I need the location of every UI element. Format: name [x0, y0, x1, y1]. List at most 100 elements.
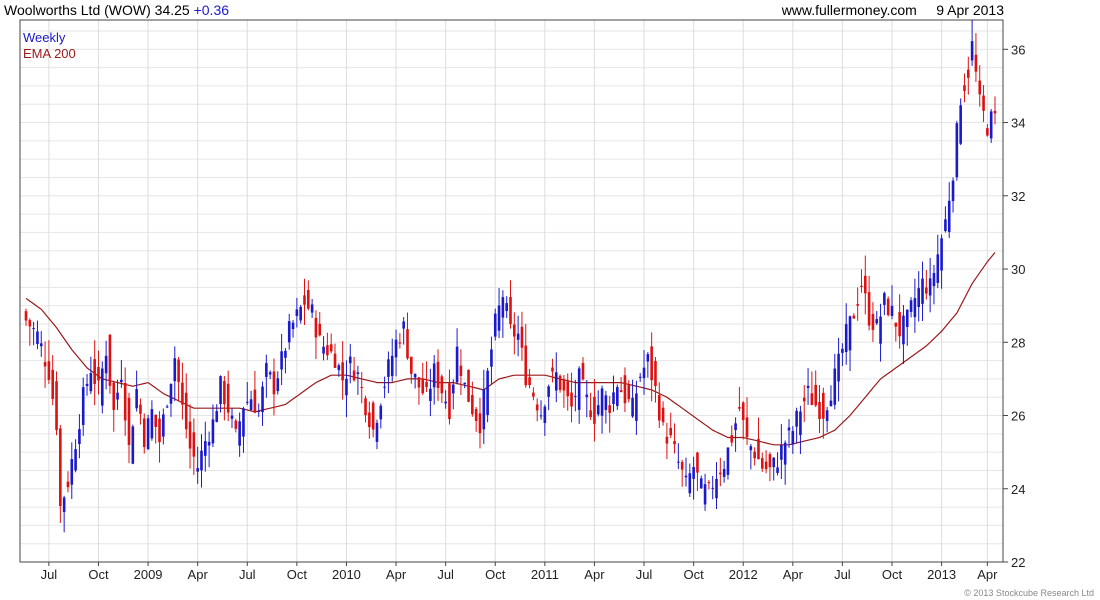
candle-body: [39, 343, 43, 347]
candle-body: [234, 420, 238, 429]
candle-body: [318, 323, 322, 336]
candle-body: [585, 394, 589, 398]
x-tick-label: 2009: [134, 567, 163, 582]
candle-body: [131, 426, 135, 464]
candle-body: [150, 409, 154, 439]
candle-body: [799, 411, 802, 436]
candle-body: [120, 379, 123, 383]
candle-body: [368, 412, 371, 428]
candle-body: [154, 414, 158, 427]
candle-body: [402, 321, 405, 329]
candle-body: [142, 418, 146, 448]
candle-body: [406, 329, 409, 359]
candle-body: [898, 312, 901, 337]
candle-body: [642, 367, 646, 379]
candle-body: [291, 322, 295, 330]
candle-body: [329, 344, 333, 352]
candle-body: [966, 69, 970, 78]
candle-body: [66, 481, 70, 488]
candle-body: [257, 411, 261, 413]
candle-body: [760, 458, 764, 469]
candle-body: [631, 397, 634, 417]
x-tick-label: Apr: [386, 567, 407, 582]
candle-body: [894, 322, 898, 327]
candle-body: [230, 415, 234, 419]
candle-body: [261, 386, 264, 413]
x-tick-label: 2010: [332, 567, 361, 582]
x-tick-label: Jul: [239, 567, 256, 582]
candle-body: [32, 328, 35, 330]
candle-body: [776, 467, 779, 473]
candle-body: [734, 423, 737, 431]
candle-body: [387, 359, 390, 377]
candle-body: [444, 401, 447, 404]
candle-body: [574, 395, 577, 397]
candle-body: [341, 362, 344, 381]
candle-body: [638, 376, 642, 378]
candle-body: [28, 320, 32, 327]
x-tick-label: Jul: [636, 567, 653, 582]
candle-body: [539, 415, 543, 417]
candle-body: [558, 375, 562, 390]
candle-body: [62, 497, 66, 513]
candle-body: [730, 435, 734, 443]
candle-body: [688, 473, 692, 494]
candle-body: [974, 54, 978, 72]
candle-body: [547, 386, 550, 397]
candle-body: [451, 384, 455, 394]
candle-body: [78, 429, 81, 445]
copyright-note: © 2013 Stockcube Research Ltd: [964, 588, 1094, 598]
candle-body: [253, 389, 257, 413]
candle-body: [863, 275, 867, 294]
candle-body: [650, 346, 653, 381]
candle-body: [947, 200, 951, 232]
candle-body: [299, 306, 302, 321]
candle-body: [272, 371, 276, 395]
x-tick-label: Jul: [834, 567, 851, 582]
candle-body: [135, 389, 138, 409]
candle-body: [146, 418, 150, 450]
candle-body: [890, 305, 894, 316]
candle-body: [600, 388, 604, 416]
candle-body: [455, 346, 459, 383]
y-axis: 22 24 26 28 30 32 34 36: [1003, 42, 1025, 570]
candle-body: [825, 410, 829, 422]
candle-body: [768, 454, 772, 468]
candle-body: [711, 487, 714, 489]
candle-body: [490, 349, 493, 367]
candle-body: [493, 313, 497, 337]
candle-body: [745, 417, 749, 438]
candle-body: [184, 392, 188, 430]
candle-body: [501, 297, 505, 318]
candle-body: [829, 400, 833, 407]
legend-item: Weekly: [23, 30, 66, 45]
candle-body: [581, 362, 585, 380]
candle-body: [127, 397, 131, 445]
candle-body: [51, 369, 55, 399]
candle-body: [833, 368, 837, 405]
candle-body: [81, 387, 85, 425]
y-tick-label: 36: [1011, 42, 1025, 57]
candle-body: [219, 376, 222, 405]
candle-body: [726, 447, 730, 475]
candle-body: [89, 373, 93, 392]
candle-body: [478, 413, 482, 434]
candle-body: [772, 457, 776, 468]
candle-body: [715, 478, 718, 499]
x-axis: Jul Oct 2009 Apr Jul Oct 2010 Apr Jul Oct 2011 Apr J…: [41, 562, 998, 582]
candle-body: [795, 410, 798, 427]
x-tick-label: Oct: [485, 567, 506, 582]
candle-body: [963, 85, 966, 91]
candle-body: [677, 461, 680, 463]
x-tick-label: Jul: [41, 567, 58, 582]
candle-body: [589, 410, 592, 418]
x-tick-label: Oct: [287, 567, 308, 582]
candle-body: [192, 432, 196, 457]
candle-body: [566, 381, 570, 397]
candle-body: [879, 316, 882, 344]
x-tick-label: Apr: [584, 567, 605, 582]
candle-body: [692, 467, 695, 479]
candle-body: [753, 451, 756, 459]
candle-body: [604, 395, 608, 410]
candle-body: [860, 285, 863, 287]
